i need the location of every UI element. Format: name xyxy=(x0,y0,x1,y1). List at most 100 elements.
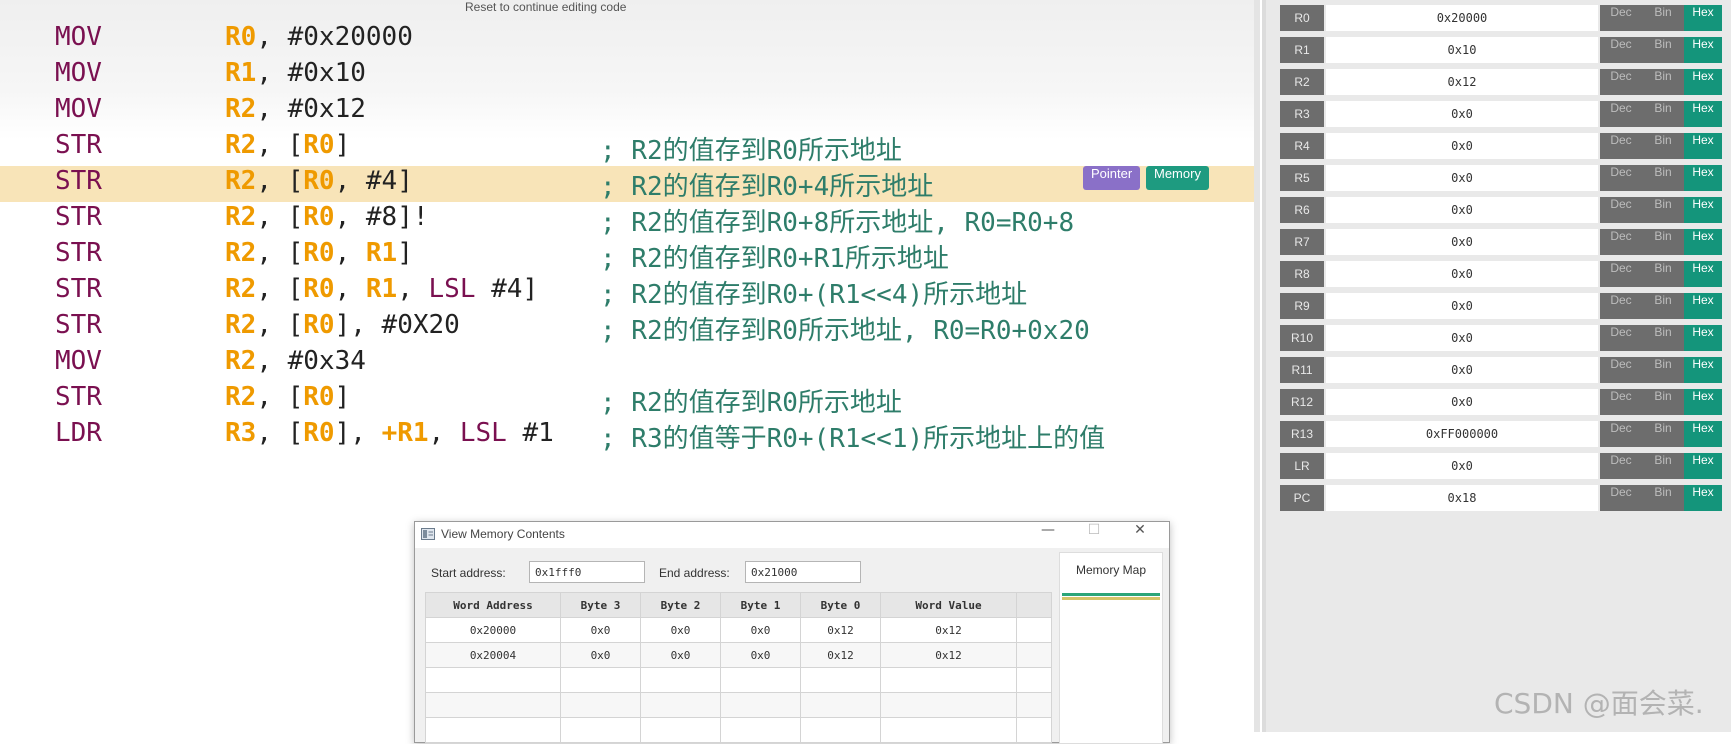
dec-button[interactable]: Dec xyxy=(1600,293,1642,319)
memory-button[interactable]: Memory xyxy=(1146,166,1209,190)
dec-button[interactable]: Dec xyxy=(1600,5,1642,31)
register-operand: R3 xyxy=(225,418,257,448)
hex-button[interactable]: Hex xyxy=(1684,485,1722,511)
hex-button[interactable]: Hex xyxy=(1684,261,1722,287)
editor-scrollbar[interactable] xyxy=(1254,0,1260,732)
column-header[interactable]: Word Value xyxy=(880,592,1017,618)
register-name: R0 xyxy=(1280,5,1324,31)
hex-button[interactable]: Hex xyxy=(1684,421,1722,447)
hex-button[interactable]: Hex xyxy=(1684,357,1722,383)
register-value[interactable]: 0x20000 xyxy=(1326,5,1598,31)
register-value[interactable]: 0x0 xyxy=(1326,325,1598,351)
column-header[interactable]: Byte 3 xyxy=(560,592,641,618)
hex-button[interactable]: Hex xyxy=(1684,197,1722,223)
dec-button[interactable]: Dec xyxy=(1600,101,1642,127)
bin-button[interactable]: Bin xyxy=(1642,69,1684,95)
end-address-input[interactable] xyxy=(745,561,861,583)
dec-button[interactable]: Dec xyxy=(1600,69,1642,95)
dec-button[interactable]: Dec xyxy=(1600,165,1642,191)
bin-button[interactable]: Bin xyxy=(1642,5,1684,31)
dec-button[interactable]: Dec xyxy=(1600,197,1642,223)
hex-button[interactable]: Hex xyxy=(1684,133,1722,159)
operand-text: ] xyxy=(334,130,351,160)
column-header[interactable]: Byte 0 xyxy=(800,592,881,618)
table-cell xyxy=(880,667,1017,693)
column-header[interactable]: Word Address xyxy=(425,592,561,618)
register-operand: R0 xyxy=(303,382,335,412)
register-value[interactable]: 0x10 xyxy=(1326,37,1598,63)
dec-button[interactable]: Dec xyxy=(1600,325,1642,351)
register-value[interactable]: 0x0 xyxy=(1326,165,1598,191)
dec-button[interactable]: Dec xyxy=(1600,485,1642,511)
dec-button[interactable]: Dec xyxy=(1600,389,1642,415)
hex-button[interactable]: Hex xyxy=(1684,325,1722,351)
table-row[interactable] xyxy=(425,692,1052,718)
dec-button[interactable]: Dec xyxy=(1600,261,1642,287)
register-value[interactable]: 0x0 xyxy=(1326,197,1598,223)
memory-map-tab[interactable]: Memory Map xyxy=(1060,563,1162,577)
register-value[interactable]: 0x0 xyxy=(1326,133,1598,159)
bin-button[interactable]: Bin xyxy=(1642,453,1684,479)
bin-button[interactable]: Bin xyxy=(1642,293,1684,319)
register-value[interactable]: 0x18 xyxy=(1326,485,1598,511)
bin-button[interactable]: Bin xyxy=(1642,325,1684,351)
instruction-operands: R2, [R0] xyxy=(225,130,350,160)
bin-button[interactable]: Bin xyxy=(1642,101,1684,127)
bin-button[interactable]: Bin xyxy=(1642,357,1684,383)
register-value[interactable]: 0x12 xyxy=(1326,69,1598,95)
register-value[interactable]: 0x0 xyxy=(1326,101,1598,127)
bin-button[interactable]: Bin xyxy=(1642,485,1684,511)
register-value[interactable]: 0x0 xyxy=(1326,293,1598,319)
register-operand: R0 xyxy=(303,166,335,196)
register-value[interactable]: 0x0 xyxy=(1326,229,1598,255)
dec-button[interactable]: Dec xyxy=(1600,421,1642,447)
table-row[interactable] xyxy=(425,717,1052,743)
dialog-titlebar[interactable]: View Memory Contents — ☐ ✕ xyxy=(415,522,1169,548)
hex-button[interactable]: Hex xyxy=(1684,453,1722,479)
register-value[interactable]: 0x0 xyxy=(1326,357,1598,383)
bin-button[interactable]: Bin xyxy=(1642,37,1684,63)
minimize-icon[interactable]: — xyxy=(1025,522,1071,548)
table-cell xyxy=(560,717,641,743)
register-value[interactable]: 0xFF000000 xyxy=(1326,421,1598,447)
dec-button[interactable]: Dec xyxy=(1600,229,1642,255)
close-icon[interactable]: ✕ xyxy=(1117,522,1163,548)
table-row[interactable]: 0x20004 0x0 0x0 0x0 0x12 0x12 xyxy=(425,642,1052,668)
bin-button[interactable]: Bin xyxy=(1642,197,1684,223)
hex-button[interactable]: Hex xyxy=(1684,5,1722,31)
register-value[interactable]: 0x0 xyxy=(1326,453,1598,479)
hex-button[interactable]: Hex xyxy=(1684,165,1722,191)
bin-button[interactable]: Bin xyxy=(1642,133,1684,159)
column-header[interactable]: Byte 2 xyxy=(640,592,721,618)
bin-button[interactable]: Bin xyxy=(1642,421,1684,447)
register-name: R9 xyxy=(1280,293,1324,319)
column-header[interactable]: Byte 1 xyxy=(720,592,801,618)
hex-button[interactable]: Hex xyxy=(1684,389,1722,415)
register-value[interactable]: 0x0 xyxy=(1326,389,1598,415)
table-cell xyxy=(720,717,801,743)
hex-button[interactable]: Hex xyxy=(1684,229,1722,255)
dec-button[interactable]: Dec xyxy=(1600,133,1642,159)
table-row[interactable] xyxy=(425,667,1052,693)
dec-button[interactable]: Dec xyxy=(1600,37,1642,63)
pointer-button[interactable]: Pointer xyxy=(1083,166,1141,190)
hex-button[interactable]: Hex xyxy=(1684,37,1722,63)
reset-hint: Reset to continue editing code xyxy=(465,0,627,14)
hex-button[interactable]: Hex xyxy=(1684,101,1722,127)
start-address-input[interactable] xyxy=(529,561,645,583)
bin-button[interactable]: Bin xyxy=(1642,229,1684,255)
bin-button[interactable]: Bin xyxy=(1642,165,1684,191)
hex-button[interactable]: Hex xyxy=(1684,69,1722,95)
instruction-mnemonic: STR xyxy=(55,274,102,304)
register-operand: R1 xyxy=(365,274,398,304)
dec-button[interactable]: Dec xyxy=(1600,453,1642,479)
register-value[interactable]: 0x0 xyxy=(1326,261,1598,287)
bin-button[interactable]: Bin xyxy=(1642,389,1684,415)
hex-button[interactable]: Hex xyxy=(1684,293,1722,319)
table-row[interactable]: 0x20000 0x0 0x0 0x0 0x12 0x12 xyxy=(425,617,1052,643)
maximize-icon[interactable]: ☐ xyxy=(1071,522,1117,548)
dec-button[interactable]: Dec xyxy=(1600,357,1642,383)
instruction-mnemonic: MOV xyxy=(55,346,102,376)
table-cell: 0x12 xyxy=(880,642,1017,668)
bin-button[interactable]: Bin xyxy=(1642,261,1684,287)
